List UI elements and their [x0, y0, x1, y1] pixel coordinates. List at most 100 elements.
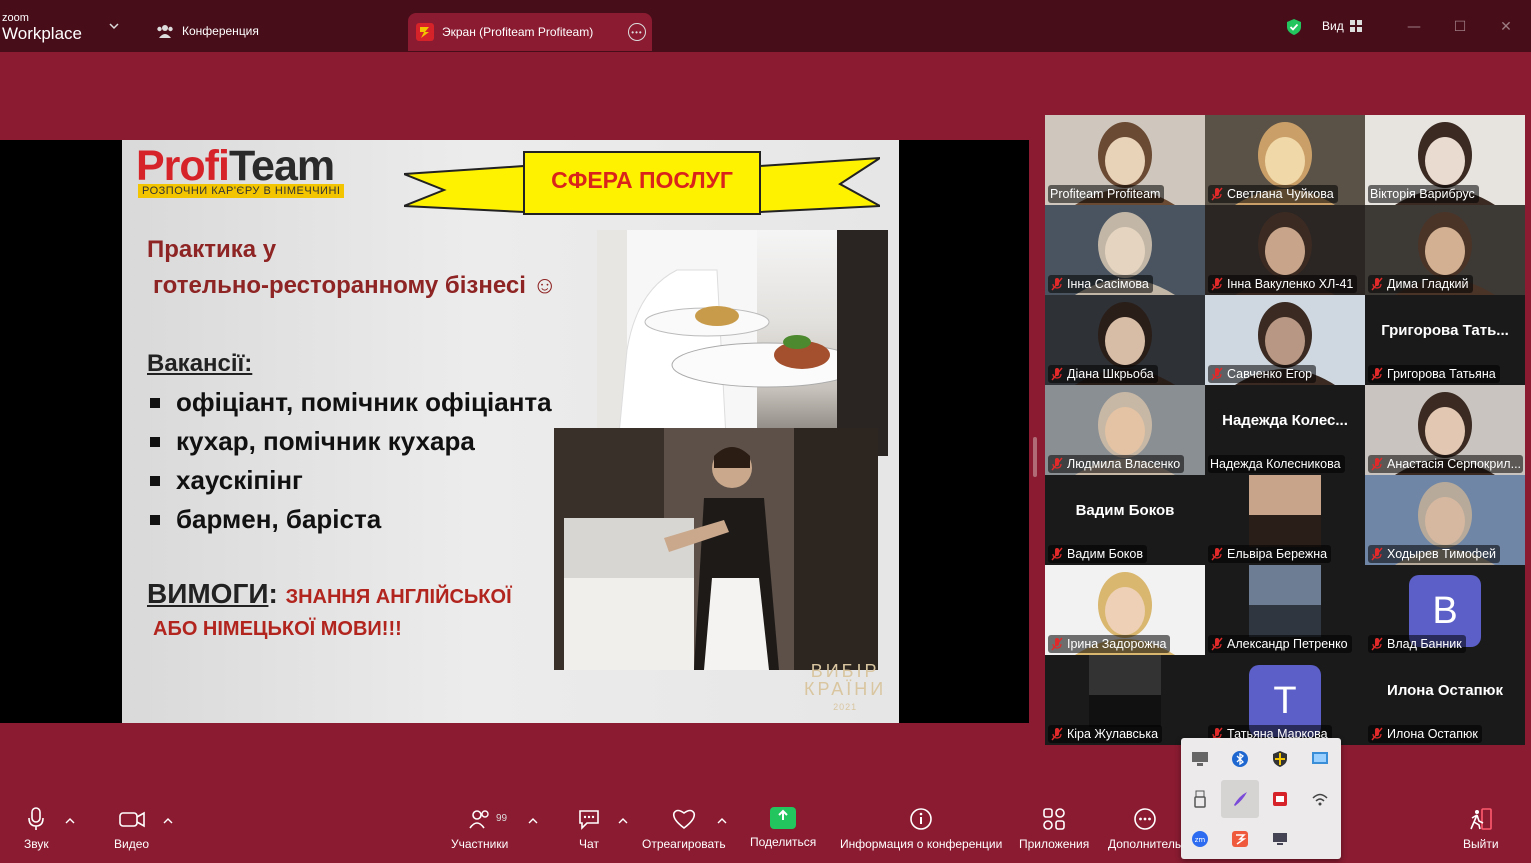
react-options-chevron-icon[interactable] [717, 817, 727, 825]
participant-tile[interactable]: T Татьяна Маркова [1205, 655, 1365, 745]
participant-tile[interactable]: Інна Вакуленко ХЛ-41 [1205, 205, 1365, 295]
participants-icon [469, 810, 489, 829]
grid-view-icon [1349, 20, 1362, 32]
participant-name-label: Вадим Боков [1048, 545, 1147, 563]
audio-button[interactable]: Звук [24, 807, 49, 851]
muted-mic-icon [1051, 457, 1063, 471]
apps-button[interactable]: Приложения [1019, 807, 1089, 851]
heart-icon [672, 809, 695, 830]
muted-mic-icon [1211, 547, 1223, 561]
housekeeper-photo [554, 428, 878, 670]
vacancies-heading: Вакансії: [147, 350, 253, 377]
video-label: Видео [114, 837, 150, 851]
chat-label: Чат [579, 837, 599, 851]
participant-name: Вадим Боков [1067, 547, 1143, 561]
network-monitor-icon[interactable] [1301, 740, 1339, 778]
participant-name-label: Григорова Татьяна [1368, 365, 1500, 383]
participant-name: Надежда Колесникова [1210, 457, 1341, 471]
share-label: Поделиться [750, 835, 817, 849]
camera-icon [118, 811, 145, 828]
leave-button[interactable]: Выйти [1463, 807, 1499, 851]
participant-display-name: Григорова Тать... [1381, 322, 1509, 339]
apps-label: Приложения [1019, 837, 1090, 851]
more-options-icon[interactable]: ••• [628, 23, 646, 41]
close-icon[interactable]: ✕ [1497, 18, 1515, 36]
participant-name: Александр Петренко [1227, 637, 1348, 651]
muted-mic-icon [1211, 187, 1223, 201]
chevron-down-icon[interactable] [108, 20, 120, 32]
react-button[interactable]: Отреагировать [642, 807, 726, 851]
participant-tile[interactable]: Вадим Боков Вадим Боков [1045, 475, 1205, 565]
participant-name: Діана Шкрьоба [1067, 367, 1154, 381]
list-item: кухар, помічник кухара [150, 422, 552, 461]
chat-options-chevron-icon[interactable] [618, 817, 628, 825]
share-button[interactable]: Поделиться [750, 807, 816, 849]
encryption-shield-icon[interactable] [1285, 18, 1303, 40]
participant-name: Григорова Татьяна [1387, 367, 1496, 381]
brand-large: Workplace [2, 24, 82, 43]
watermark-logo: ВИБІР КРАЇНИ 2021 [804, 662, 886, 716]
participant-name: Інна Вакуленко ХЛ-41 [1227, 277, 1354, 291]
meeting-info-button[interactable]: Информация о конференции [840, 807, 1002, 851]
participant-tile[interactable]: Александр Петренко [1205, 565, 1365, 655]
participant-name-label: Анастасія Серпокрил... [1368, 455, 1523, 473]
participant-tile[interactable]: Ельвіра Бережна [1205, 475, 1365, 565]
participants-options-chevron-icon[interactable] [528, 817, 538, 825]
participant-name: Анастасія Серпокрил... [1387, 457, 1522, 471]
participant-tile[interactable]: Кіра Жулавська [1045, 655, 1205, 745]
profiteam-app-icon [416, 23, 434, 41]
waiter-photo [597, 230, 888, 456]
participant-name: Людмила Власенко [1067, 457, 1181, 471]
participant-tile[interactable]: B Влад Банник [1365, 565, 1525, 655]
display-icon[interactable] [1181, 740, 1219, 778]
tab-conference[interactable]: Конференция [156, 14, 259, 48]
tab-screen-share[interactable]: Экран (Profiteam Profiteam) ••• [408, 13, 652, 51]
participant-tile[interactable]: Людмила Власенко [1045, 385, 1205, 475]
participant-tile[interactable]: Profiteam Profiteam [1045, 115, 1205, 205]
logo-profi: Profi [136, 142, 230, 190]
participant-name: Profiteam Profiteam [1050, 187, 1161, 201]
participant-name-label: Ірина Задорожна [1048, 635, 1171, 653]
participant-tile[interactable]: Илона Остапюк Илона Остапюк [1365, 655, 1525, 745]
participant-tile[interactable]: Дима Гладкий [1365, 205, 1525, 295]
microphone-icon [28, 807, 45, 830]
chat-button[interactable]: Чат [577, 807, 601, 851]
participant-tile[interactable]: Григорова Тать... Григорова Татьяна [1365, 295, 1525, 385]
audio-options-chevron-icon[interactable] [65, 817, 75, 825]
panel-resize-handle[interactable] [1033, 437, 1037, 477]
participant-name: Влад Банник [1387, 637, 1462, 651]
participants-count: 99 [496, 813, 508, 824]
muted-mic-icon [1211, 367, 1223, 381]
bluetooth-icon[interactable] [1221, 740, 1259, 778]
participant-tile[interactable]: Надежда Колес... Надежда Колесникова [1205, 385, 1365, 475]
participant-tile[interactable]: Вікторія Варибрус [1365, 115, 1525, 205]
audio-label: Звук [24, 837, 49, 851]
video-button[interactable]: Видео [114, 807, 149, 851]
participant-name-label: Людмила Власенко [1048, 455, 1185, 473]
participant-tile[interactable]: Діана Шкрьоба [1045, 295, 1205, 385]
maximize-icon[interactable]: ☐ [1451, 18, 1469, 36]
more-button[interactable]: Дополнитель [1108, 807, 1181, 851]
requirements-line2: АБО НІМЕЦЬКОЇ МОВИ!!! [153, 618, 402, 640]
participant-tile[interactable]: Савченко Егор [1205, 295, 1365, 385]
brand-small: zoom [2, 12, 29, 24]
participant-name-label: Илона Остапюк [1368, 725, 1482, 743]
participant-tile[interactable]: Інна Сасімова [1045, 205, 1205, 295]
list-item: хаускіпінг [150, 461, 552, 500]
minimize-icon[interactable]: — [1405, 18, 1423, 36]
participant-tile[interactable]: Ірина Задорожна [1045, 565, 1205, 655]
video-options-chevron-icon[interactable] [163, 817, 173, 825]
participant-name-label: Александр Петренко [1208, 635, 1352, 653]
participant-tile[interactable]: Светлана Чуйкова [1205, 115, 1365, 205]
view-button[interactable]: Вид [1322, 19, 1362, 33]
banner-title: СФЕРА ПОСЛУГ [551, 167, 733, 193]
security-shield-icon[interactable] [1261, 740, 1299, 778]
participant-name-label: Діана Шкрьоба [1048, 365, 1158, 383]
participant-tile[interactable]: Ходырев Тимофей [1365, 475, 1525, 565]
participant-display-name: Илона Остапюк [1387, 682, 1503, 699]
muted-mic-icon [1371, 727, 1383, 741]
muted-mic-icon [1051, 547, 1063, 561]
participant-name-label: Дима Гладкий [1368, 275, 1473, 293]
participant-tile[interactable]: Анастасія Серпокрил... [1365, 385, 1525, 475]
people-icon [157, 25, 173, 38]
